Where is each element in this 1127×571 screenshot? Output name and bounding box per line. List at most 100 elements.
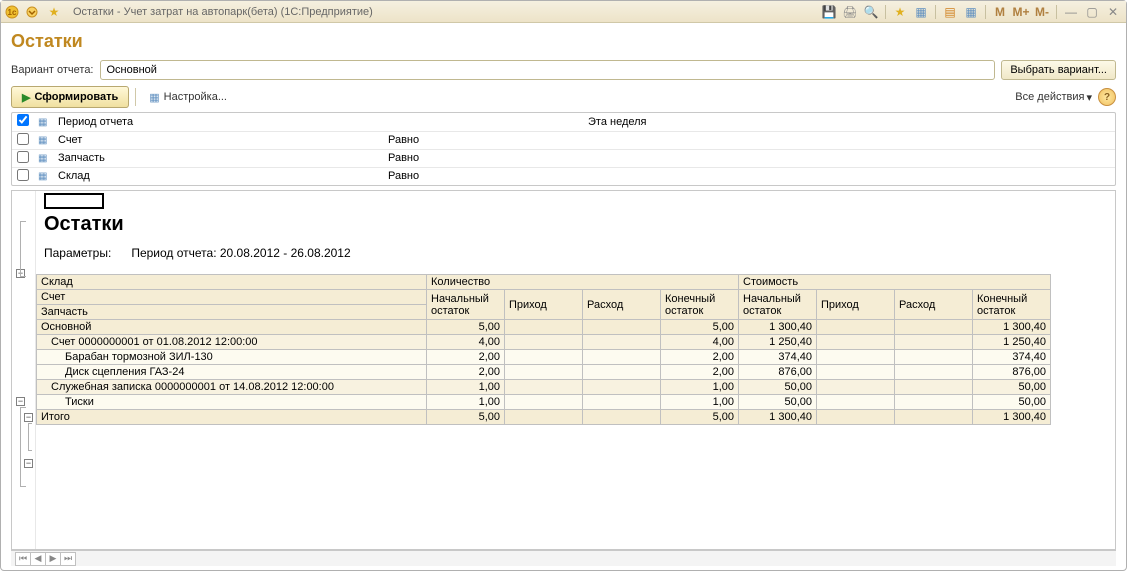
star-icon[interactable]: ★ xyxy=(891,4,909,20)
hdr-v2: Приход xyxy=(817,290,895,320)
page-title: Остатки xyxy=(11,31,1116,52)
titlebar: 1c ★ Остатки - Учет затрат на автопарк(б… xyxy=(1,1,1126,23)
cell-v3 xyxy=(895,365,973,380)
nav-dropdown-button[interactable] xyxy=(23,4,41,20)
filter-name: Период отчета xyxy=(54,113,384,131)
memory-mplus-button[interactable]: M+ xyxy=(1012,4,1030,20)
calculator-icon[interactable]: ▤ xyxy=(941,4,959,20)
cell-q3 xyxy=(583,365,661,380)
cell-v2 xyxy=(817,320,895,335)
cell-q2 xyxy=(505,365,583,380)
svg-text:1c: 1c xyxy=(8,8,17,17)
table-row[interactable]: Барабан тормозной ЗИЛ-130 2,00 2,00 374,… xyxy=(37,350,1051,365)
memory-mminus-button[interactable]: M- xyxy=(1033,4,1051,20)
table-row[interactable]: Счет 0000000001 от 01.08.2012 12:00:00 4… xyxy=(37,335,1051,350)
filter-cond: Равно xyxy=(384,131,584,149)
cell-v1: 50,00 xyxy=(739,395,817,410)
cell-q1: 2,00 xyxy=(427,365,505,380)
hdr-v4: Конечный остаток xyxy=(973,290,1051,320)
cell-q4: 2,00 xyxy=(661,365,739,380)
cell-q1: 1,00 xyxy=(427,395,505,410)
cell-q3 xyxy=(583,395,661,410)
toolbar: ▶ Сформировать ▦ Настройка... Все действ… xyxy=(11,86,1116,108)
app-icon: 1c xyxy=(5,5,19,19)
hdr-zap: Запчасть xyxy=(37,305,427,320)
play-icon: ▶ xyxy=(22,91,30,104)
row-name: Диск сцепления ГАЗ-24 xyxy=(37,365,427,380)
filter-value[interactable]: Эта неделя xyxy=(584,113,1115,131)
cell-v4: 876,00 xyxy=(973,365,1051,380)
table-row[interactable]: Основной 5,00 5,00 1 300,40 1 300,40 xyxy=(37,320,1051,335)
hdr-v1: Начальный остаток xyxy=(739,290,817,320)
all-actions-dropdown[interactable]: Все действия ▾ xyxy=(1015,91,1092,104)
cell-v1: 1 300,40 xyxy=(739,320,817,335)
table-row[interactable]: Тиски 1,00 1,00 50,00 50,00 xyxy=(37,395,1051,410)
variant-input[interactable] xyxy=(100,60,996,80)
sheet-last-button[interactable]: ⏭ xyxy=(60,552,76,566)
filter-check-2[interactable] xyxy=(17,151,29,163)
collapse-box[interactable]: − xyxy=(16,397,25,406)
cell-q1: 5,00 xyxy=(427,320,505,335)
table-row[interactable]: Служебная записка 0000000001 от 14.08.20… xyxy=(37,380,1051,395)
cell-v4: 50,00 xyxy=(973,395,1051,410)
filter-cond: Равно xyxy=(384,149,584,167)
hdr-q3: Расход xyxy=(583,290,661,320)
filter-cond: Равно xyxy=(384,167,584,185)
report-area: − − − − Остатки Параметры: Период отчета… xyxy=(11,190,1116,550)
hdr-sklad: Склад xyxy=(37,275,427,290)
form-button[interactable]: ▶ Сформировать xyxy=(11,86,129,108)
sheet-next-button[interactable]: ▶ xyxy=(45,552,61,566)
cell-v1: 50,00 xyxy=(739,380,817,395)
maximize-button[interactable]: ▢ xyxy=(1083,4,1101,20)
cell-v2 xyxy=(817,365,895,380)
cell-v3 xyxy=(895,380,973,395)
filter-check-1[interactable] xyxy=(17,133,29,145)
sheet-prev-button[interactable]: ◀ xyxy=(30,552,46,566)
filter-value[interactable] xyxy=(584,167,1115,185)
settings-button[interactable]: ▦ Настройка... xyxy=(142,86,234,108)
row-name: Барабан тормозной ЗИЛ-130 xyxy=(37,350,427,365)
sheet-first-button[interactable]: ⏮ xyxy=(15,552,31,566)
print-icon[interactable]: 🖨 xyxy=(841,4,859,20)
row-name: Основной xyxy=(37,320,427,335)
filter-check-0[interactable] xyxy=(17,114,29,126)
filter-check-3[interactable] xyxy=(17,169,29,181)
variant-label: Вариант отчета: xyxy=(11,64,94,76)
filter-icon: ▦ xyxy=(38,171,47,182)
close-button[interactable]: ✕ xyxy=(1104,4,1122,20)
preview-icon[interactable]: 🔍 xyxy=(862,4,880,20)
all-actions-label: Все действия xyxy=(1015,91,1084,103)
selection-cell[interactable] xyxy=(44,193,104,209)
settings-label: Настройка... xyxy=(164,91,227,103)
cell-q4: 5,00 xyxy=(661,320,739,335)
filters-panel: ▦ Период отчета Эта неделя ▦ Счет Равно … xyxy=(11,112,1116,186)
data-table: Склад Количество Стоимость Счет Начальны… xyxy=(36,274,1051,425)
cell-v2 xyxy=(817,335,895,350)
report-gutter: − − − − xyxy=(12,191,36,549)
cell-v2 xyxy=(817,380,895,395)
minimize-button[interactable]: — xyxy=(1062,4,1080,20)
help-button[interactable]: ? xyxy=(1098,88,1116,106)
cell-v2 xyxy=(817,395,895,410)
filter-value[interactable] xyxy=(584,131,1115,149)
cell-v3 xyxy=(895,395,973,410)
row-name: Тиски xyxy=(37,395,427,410)
settings-icon: ▦ xyxy=(149,91,159,104)
cell-q3 xyxy=(583,350,661,365)
select-variant-button[interactable]: Выбрать вариант... xyxy=(1001,60,1116,80)
cell-v1: 374,40 xyxy=(739,350,817,365)
favorite-star-icon[interactable]: ★ xyxy=(45,4,63,20)
table-row[interactable]: Диск сцепления ГАЗ-24 2,00 2,00 876,00 8… xyxy=(37,365,1051,380)
calendar-icon[interactable]: ▦ xyxy=(962,4,980,20)
memory-m-button[interactable]: M xyxy=(991,4,1009,20)
hdr-v3: Расход xyxy=(895,290,973,320)
grid-icon[interactable]: ▦ xyxy=(912,4,930,20)
cell-v1: 1 250,40 xyxy=(739,335,817,350)
cell-q2 xyxy=(505,350,583,365)
hdr-qty: Количество xyxy=(427,275,739,290)
filter-value[interactable] xyxy=(584,149,1115,167)
save-icon[interactable]: 💾 xyxy=(820,4,838,20)
cell-q1: 2,00 xyxy=(427,350,505,365)
form-button-label: Сформировать xyxy=(34,91,118,103)
chevron-down-icon: ▾ xyxy=(1086,91,1092,104)
